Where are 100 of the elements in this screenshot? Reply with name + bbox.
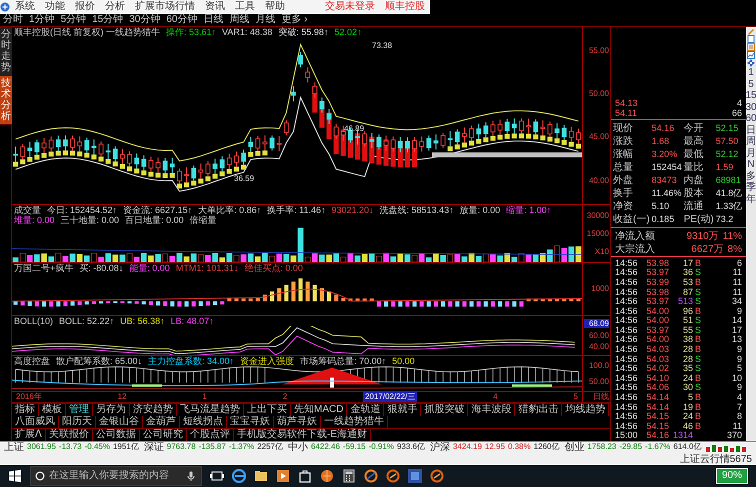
header-link[interactable]: 交易未登录: [320, 1, 380, 13]
menu-item[interactable]: 工具: [230, 1, 260, 13]
period-tab[interactable]: 分时: [0, 14, 26, 26]
indicator-readout: 买: -80.08↓: [79, 263, 124, 274]
calculator-icon[interactable]: [342, 469, 356, 483]
pencil-icon: [747, 27, 755, 35]
toolbar-button[interactable]: 5: [748, 78, 754, 90]
menu-item[interactable]: 功能: [40, 1, 70, 13]
trade-count: 10: [732, 374, 742, 384]
side-tab[interactable]: 分时走势: [0, 27, 12, 76]
trade-count: 9: [736, 345, 742, 355]
index-amount: 933.6亿: [396, 442, 425, 453]
flow-percent: 8%: [728, 242, 742, 256]
toolbar-button[interactable]: 1: [748, 67, 754, 78]
indicator-tab[interactable]: 均线趋势: [562, 404, 610, 416]
indicator-tab[interactable]: 猎豹出击: [515, 404, 562, 416]
trade-volume: 513: [676, 297, 693, 307]
period-tab[interactable]: 月线: [252, 14, 278, 26]
indicator-tab[interactable]: 金轨道: [347, 404, 384, 416]
order-price: 54.11: [615, 108, 637, 119]
date-label: 12: [118, 392, 127, 402]
indicator-tab[interactable]: 阳历天: [59, 416, 96, 428]
trade-volume: 17: [682, 258, 693, 268]
period-tab[interactable]: 15分钟: [89, 14, 126, 26]
indicator-tab[interactable]: 金葫芦: [143, 416, 180, 428]
header-link[interactable]: 顺丰控股: [380, 1, 430, 13]
indicator-readout: 散户配筹系数: 65.00↓: [56, 356, 142, 366]
period-tab[interactable]: 30分钟: [126, 14, 164, 26]
shopping-bag-icon[interactable]: [298, 469, 312, 483]
trade-volume: 1314: [672, 431, 693, 441]
toolbar-button[interactable]: 年: [746, 194, 756, 205]
flow-value: 9310万: [686, 230, 719, 243]
trade-volume: 28: [682, 345, 693, 355]
menu-item[interactable]: 分析: [100, 1, 130, 13]
toolbar-button[interactable]: 季: [746, 182, 756, 194]
menu-item[interactable]: 系统: [10, 1, 40, 13]
globe-icon[interactable]: [320, 469, 334, 483]
swirl-app-icon[interactable]: [430, 469, 444, 483]
menu-item[interactable]: 报价: [70, 1, 100, 13]
side-tab[interactable]: 技术分析: [0, 76, 12, 125]
menu-item[interactable]: 帮助: [260, 1, 290, 13]
price-annotation: 36.59: [234, 174, 254, 183]
indicator-tab[interactable]: 管理: [66, 404, 93, 416]
trade-count: 9: [736, 354, 742, 364]
indicator-tab[interactable]: 济安趋势: [130, 404, 177, 416]
toolbar-button[interactable]: 月: [746, 148, 756, 159]
index-change: 12.95: [484, 442, 505, 453]
toolbar-button[interactable]: 周: [746, 136, 756, 148]
browser-e-icon[interactable]: [232, 469, 246, 483]
indicator-tab[interactable]: 指标: [12, 404, 39, 416]
menu-item[interactable]: 扩展市场行情: [130, 1, 200, 13]
indicator-tab[interactable]: 另存为: [93, 404, 130, 416]
flow-percent: 11%: [722, 230, 742, 243]
period-label: 日线: [582, 390, 610, 404]
indicator-tab[interactable]: 先知MACD: [291, 404, 348, 416]
date-label: 1: [202, 392, 207, 402]
axis-label: 55.00: [588, 46, 609, 56]
media-player-icon[interactable]: [276, 469, 290, 483]
toolbar-button[interactable]: 60: [745, 113, 756, 124]
trade-time: 14:56: [615, 278, 639, 288]
quote-label: 最高: [684, 134, 705, 148]
indicator-readout: 操作: 53.61↑: [166, 27, 216, 38]
task-view-icon[interactable]: [210, 469, 224, 483]
trade-side: B: [694, 345, 702, 355]
indicator-tab[interactable]: 宝宝寻妖: [227, 416, 274, 428]
indicator-tab[interactable]: 模板: [39, 404, 66, 416]
period-tab[interactable]: 日线: [200, 14, 226, 26]
toolbar-button[interactable]: 多: [746, 170, 756, 182]
indicator-tab[interactable]: 抓股突破: [421, 404, 468, 416]
quote-value: 5.10: [652, 200, 670, 213]
period-tab[interactable]: 周线: [226, 14, 252, 26]
indicator-tab[interactable]: 海丰波段: [468, 404, 516, 416]
indicator-tab[interactable]: 飞马流星趋势: [177, 404, 244, 416]
period-tab[interactable]: 更多 ›: [278, 14, 311, 26]
menu-item[interactable]: 资讯: [200, 1, 230, 13]
trade-price: 53.97: [645, 297, 669, 307]
toolbar-button[interactable]: 30: [745, 102, 756, 113]
toolbar-button[interactable]: 日: [746, 124, 756, 136]
cloud-service-label: 上证云行情5675: [680, 454, 752, 465]
trade-count: 14: [732, 316, 742, 326]
indicator-tab[interactable]: 金银山谷: [96, 416, 143, 428]
toolbar-button[interactable]: 15: [745, 90, 756, 102]
trade-time: 14:56: [615, 297, 639, 307]
folder-icon[interactable]: [254, 469, 268, 483]
swirl-app-icon[interactable]: [364, 469, 378, 483]
indicator-tab[interactable]: 狠就手: [384, 404, 422, 416]
period-tab[interactable]: 1分钟: [26, 14, 58, 26]
period-tab[interactable]: 60分钟: [163, 14, 200, 26]
trade-price: 54.14: [645, 393, 669, 403]
trade-side: B: [694, 306, 702, 316]
swirl-app-icon[interactable]: [386, 469, 400, 483]
toolbar-button[interactable]: N: [747, 159, 755, 170]
indicator-tab[interactable]: 葫芦寻妖: [274, 416, 321, 428]
period-tab[interactable]: 5分钟: [58, 14, 90, 26]
quote-value: 52.15: [716, 122, 740, 135]
indicator-tab[interactable]: 短线拐点: [180, 416, 227, 428]
indicator-tab[interactable]: 一线趋势猎牛: [321, 416, 388, 428]
trade-count: 5: [736, 364, 742, 374]
indicator-tab[interactable]: 八面威风: [12, 416, 59, 428]
indicator-tab[interactable]: 上出下买: [244, 404, 291, 416]
